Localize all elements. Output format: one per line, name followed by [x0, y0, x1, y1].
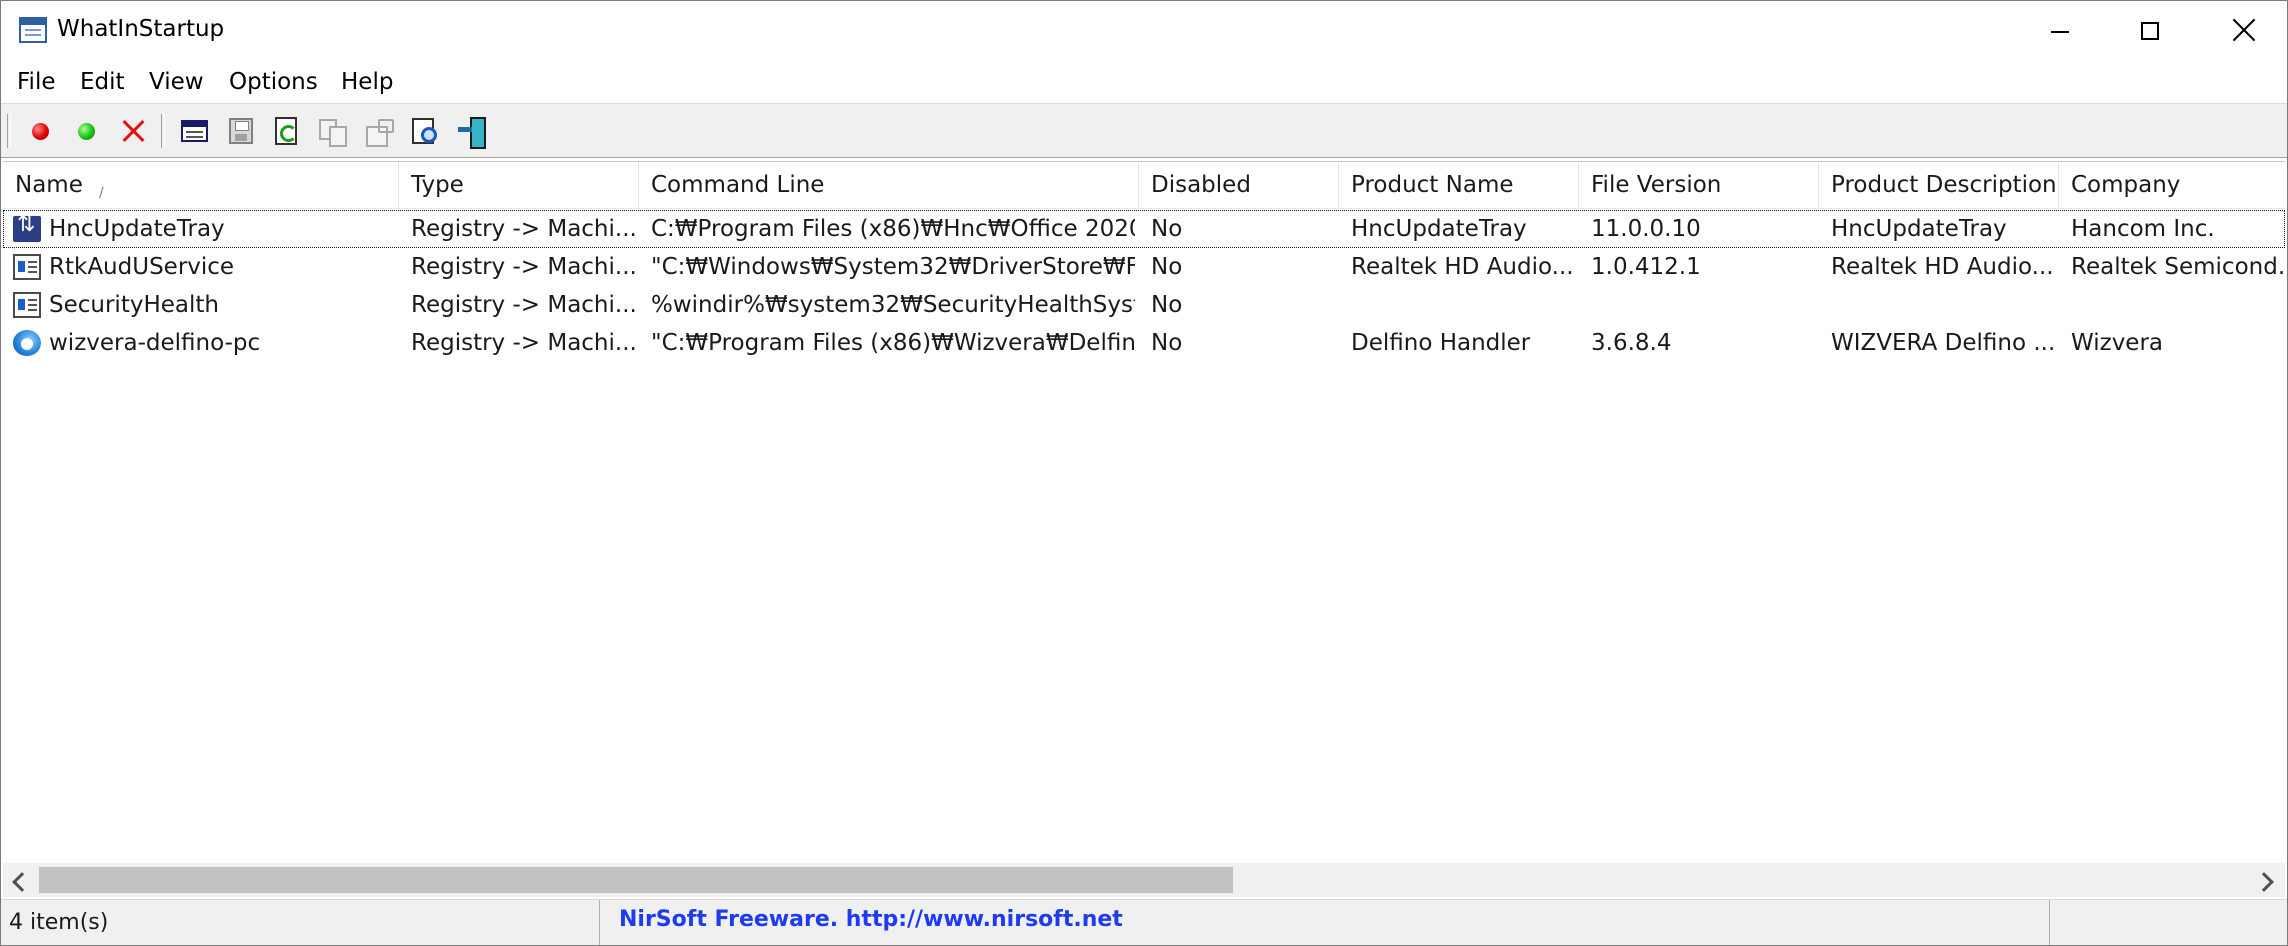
menu-view[interactable]: View — [149, 67, 204, 97]
html-report-button[interactable] — [177, 114, 211, 148]
column-header-product-description[interactable]: Product Description — [1819, 162, 2059, 208]
minimize-icon — [2051, 31, 2069, 33]
menu-help[interactable]: Help — [341, 67, 393, 97]
cell-type: Registry -> Machi... — [411, 254, 635, 280]
column-header-disabled[interactable]: Disabled — [1139, 162, 1339, 208]
startup-list[interactable]: Name / Type Command Line Disabled Produc… — [3, 161, 2285, 862]
column-header-file-version[interactable]: File Version — [1579, 162, 1819, 208]
cell-name: RtkAudUService — [49, 254, 235, 280]
cell-command-line: "C:₩Program Files (x86)₩Wizvera₩Delfino.… — [651, 330, 1135, 356]
cell-command-line: %windir%₩system32₩SecurityHealthSystr... — [651, 292, 1135, 318]
window-icon — [181, 120, 208, 142]
cell-product-name — [1351, 286, 1575, 324]
cell-type: Registry -> Machi... — [411, 330, 635, 356]
find-button[interactable] — [407, 114, 441, 148]
service-window-icon — [13, 292, 41, 318]
column-header-name-label: Name — [15, 172, 83, 198]
cell-product-name: HncUpdateTray — [1351, 216, 1527, 242]
column-header-command-line[interactable]: Command Line — [639, 162, 1139, 208]
cell-name: SecurityHealth — [49, 292, 219, 318]
app-icon — [19, 17, 47, 43]
column-header-name[interactable]: Name / — [3, 162, 399, 208]
table-row[interactable]: RtkAudUService Registry -> Machi... "C:₩… — [3, 248, 2285, 286]
cell-company: Wizvera — [2071, 330, 2164, 356]
cell-disabled: No — [1151, 292, 1183, 318]
column-header-company[interactable]: Company — [2059, 162, 2285, 208]
maximize-icon — [2141, 22, 2159, 40]
cell-disabled: No — [1151, 254, 1183, 280]
cell-name: HncUpdateTray — [49, 216, 225, 242]
green-circle-icon — [78, 123, 95, 140]
table-row[interactable]: wizvera-delfino-pc Registry -> Machi... … — [3, 324, 2285, 362]
app-window: WhatInStartup File Edit View Options Hel… — [0, 0, 2288, 946]
copy-selected-button[interactable] — [315, 114, 349, 148]
delfino-icon — [13, 330, 41, 356]
refresh-icon — [275, 117, 297, 145]
cell-command-line: "C:₩Windows₩System32₩DriverStore₩Fil... — [651, 254, 1135, 280]
cell-product-description: WIZVERA Delfino ... — [1831, 330, 2055, 356]
cell-company: Hancom Inc. — [2071, 216, 2215, 242]
cell-product-description: HncUpdateTray — [1831, 216, 2007, 242]
cell-file-version — [1591, 286, 1815, 324]
cell-disabled: No — [1151, 330, 1183, 356]
enable-selected-button[interactable] — [69, 114, 103, 148]
cell-company: Realtek Semicond... — [2071, 254, 2285, 280]
horizontal-scrollbar[interactable] — [3, 863, 2285, 897]
red-x-icon — [121, 118, 145, 144]
cell-product-name: Delfino Handler — [1351, 330, 1531, 356]
properties-button[interactable] — [361, 114, 395, 148]
exit-button[interactable] — [453, 114, 487, 149]
minimize-button[interactable] — [2011, 1, 2103, 63]
cell-command-line: C:₩Program Files (x86)₩Hnc₩Office 2020..… — [651, 216, 1135, 242]
cell-type: Registry -> Machi... — [411, 216, 635, 242]
red-circle-icon — [32, 123, 49, 140]
cell-product-description: Realtek HD Audio... — [1831, 254, 2054, 280]
window-title: WhatInStartup — [57, 16, 225, 42]
scrollbar-thumb[interactable] — [39, 867, 1233, 893]
cell-name: wizvera-delfino-pc — [49, 330, 261, 356]
cell-file-version: 11.0.0.10 — [1591, 216, 1701, 242]
disable-selected-button[interactable] — [23, 114, 57, 148]
delete-selected-button[interactable] — [115, 114, 149, 148]
menu-bar: File Edit View Options Help — [1, 63, 2287, 101]
nirsoft-link[interactable]: NirSoft Freeware. http://www.nirsoft.net — [619, 900, 1123, 945]
cell-file-version: 3.6.8.4 — [1591, 330, 1672, 356]
menu-edit[interactable]: Edit — [80, 67, 125, 97]
save-icon — [229, 118, 253, 144]
maximize-button[interactable] — [2103, 1, 2195, 63]
column-header-product-name[interactable]: Product Name — [1339, 162, 1579, 208]
status-bar: 4 item(s) NirSoft Freeware. http://www.n… — [1, 899, 2287, 945]
sort-ascending-icon: / — [99, 185, 104, 201]
copy-icon — [319, 119, 347, 147]
column-headers: Name / Type Command Line Disabled Produc… — [3, 162, 2285, 209]
menu-file[interactable]: File — [17, 67, 56, 97]
table-row[interactable]: HncUpdateTray Registry -> Machi... C:₩Pr… — [3, 210, 2285, 248]
title-bar[interactable]: WhatInStartup — [1, 1, 2287, 63]
hnc-update-icon — [13, 212, 41, 242]
cell-product-name: Realtek HD Audio... — [1351, 254, 1574, 280]
refresh-button[interactable] — [269, 114, 303, 148]
close-button[interactable] — [2195, 1, 2287, 63]
find-icon — [412, 118, 438, 146]
close-icon — [2231, 17, 2257, 43]
service-window-icon — [13, 254, 41, 280]
cell-disabled: No — [1151, 216, 1183, 242]
item-count: 4 item(s) — [9, 900, 600, 945]
cell-product-description — [1831, 286, 2055, 324]
cell-file-version: 1.0.412.1 — [1591, 254, 1701, 280]
save-selected-button[interactable] — [223, 114, 257, 148]
status-divider — [2049, 900, 2050, 945]
menu-options[interactable]: Options — [229, 67, 318, 97]
toolbar — [1, 103, 2287, 158]
toolbar-grip[interactable] — [7, 114, 11, 148]
table-row[interactable]: SecurityHealth Registry -> Machi... %win… — [3, 286, 2285, 324]
exit-icon — [458, 117, 486, 149]
cell-type: Registry -> Machi... — [411, 292, 635, 318]
cell-company — [2071, 286, 2285, 324]
column-header-type[interactable]: Type — [399, 162, 639, 208]
toolbar-separator — [161, 114, 165, 148]
properties-icon — [366, 119, 394, 147]
